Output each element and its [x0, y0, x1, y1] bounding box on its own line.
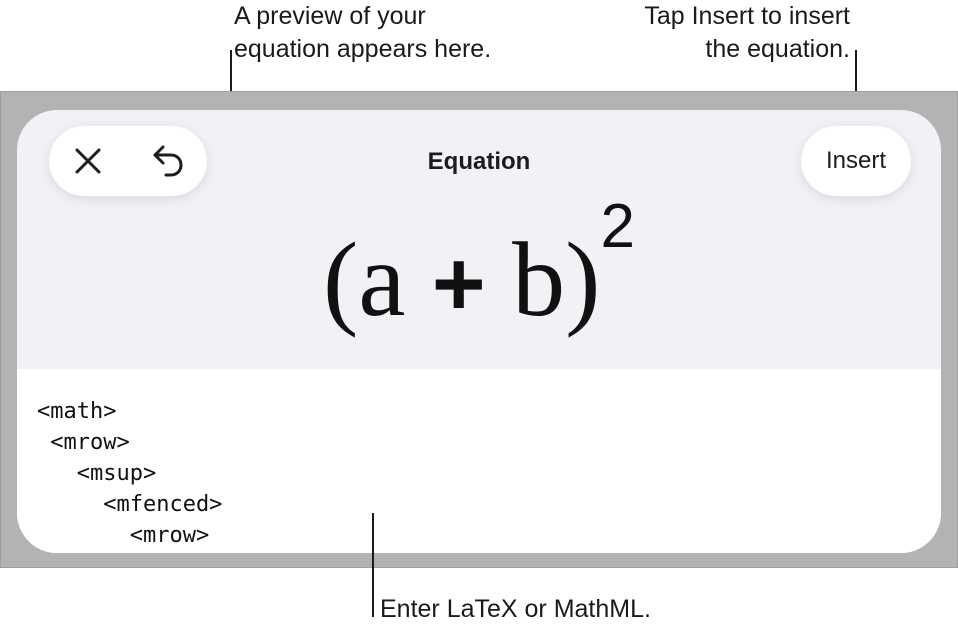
equation-exponent: 2: [600, 192, 635, 261]
equation-input-field[interactable]: <math> <mrow> <msup> <mfenced> <mrow>: [17, 369, 941, 553]
mathml-code[interactable]: <math> <mrow> <msup> <mfenced> <mrow>: [37, 396, 222, 551]
callout-enter-text: Enter LaTeX or MathML.: [380, 595, 651, 623]
code-line: <math>: [37, 399, 117, 424]
screen-frame: Equation Insert (a + b)2 <math> <mrow> <…: [0, 91, 958, 568]
code-line: <mfenced>: [37, 492, 223, 517]
leader-line-enter: [372, 513, 374, 617]
insert-button[interactable]: Insert: [801, 126, 911, 196]
code-line: <mrow>: [37, 430, 130, 455]
code-line: <msup>: [37, 461, 157, 486]
equation-preview: (a + b)2: [17, 192, 941, 370]
equation-sheet: Equation Insert (a + b)2 <math> <mrow> <…: [17, 110, 941, 553]
callout-preview-text: A preview of your equation appears here.: [234, 2, 492, 63]
equation-rendering: (a + b)2: [323, 192, 635, 339]
code-line: <mrow>: [37, 523, 210, 548]
callout-insert-text: Tap Insert to insert the equation.: [644, 2, 850, 63]
